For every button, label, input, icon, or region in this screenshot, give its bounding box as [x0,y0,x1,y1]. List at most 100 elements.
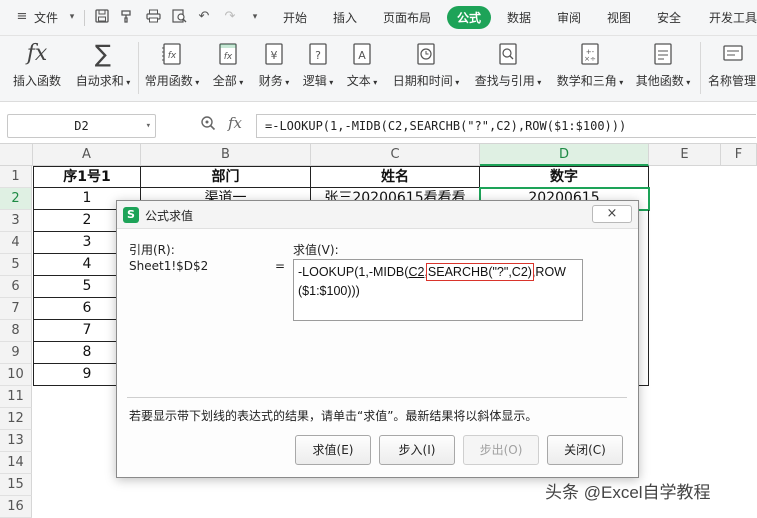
close-icon[interactable]: × [592,205,632,223]
row-header[interactable]: 5 [0,254,32,276]
divider [84,10,85,26]
wps-logo-icon: S [123,207,139,223]
row-header[interactable]: 4 [0,232,32,254]
step-out-button[interactable]: 步出(O) [463,435,539,465]
insert-function-button[interactable]: fx 插入函数 [10,40,64,89]
divider [138,42,139,94]
zoom-search-icon[interactable] [200,115,216,135]
tab-data[interactable]: 数据 [507,9,531,26]
math-trig-button[interactable]: +- ×÷ 数学和三角 ▾ [552,40,628,89]
svg-text:×÷: ×÷ [584,55,596,63]
row-header[interactable]: 14 [0,452,32,474]
row-header[interactable]: 16 [0,496,32,518]
close-button[interactable]: 关闭(C) [547,435,623,465]
evaluation-box[interactable]: -LOOKUP(1,-MIDB(C2,SEARCHB("?",C2),ROW($… [293,259,583,321]
row-header[interactable]: 8 [0,320,32,342]
format-painter-icon[interactable] [119,9,135,25]
sigma-icon: ∑ [94,40,112,68]
file-menu[interactable]: 文件 [34,9,58,26]
equals-sign: = [275,259,286,273]
star-fx-icon: fx [158,40,186,68]
evaluate-formula-dialog: S 公式求值 × 引用(R): Sheet1!$D$2 = 求值(V): -LO… [116,200,639,478]
print-preview-icon[interactable] [171,9,187,25]
select-all-corner[interactable] [0,144,33,166]
svg-text:A: A [358,49,366,62]
date-time-functions-button[interactable]: 日期和时间 ▾ [388,40,464,89]
logical-functions-button[interactable]: ? 逻辑 ▾ [298,40,338,89]
redo-icon[interactable]: ↷ [222,9,238,25]
more-book-icon [649,40,677,68]
reference-label: 引用(R): [129,243,175,257]
clock-book-icon [412,40,440,68]
question-book-icon: ? [304,40,332,68]
table-header-cell[interactable]: 姓名 [311,166,480,188]
underlined-expression: C2 [408,265,425,279]
formula-input[interactable]: =-LOOKUP(1,-MIDB(C2,SEARCHB("?",C2),ROW(… [256,114,756,138]
tab-view[interactable]: 视图 [607,9,631,26]
tab-developer[interactable]: 开发工具 [709,9,757,26]
quick-access-dropdown-icon[interactable]: ▾ [247,9,263,25]
watermark: 头条 @Excel自学教程 [545,483,711,502]
column-header-e[interactable]: E [649,144,721,166]
highlighted-expression: SEARCHB("?",C2) [425,263,534,281]
search-book-icon [494,40,522,68]
divider [127,397,627,398]
math-book-icon: +- ×÷ [576,40,604,68]
column-header-c[interactable]: C [311,144,480,166]
name-manager-icon [719,40,747,68]
tab-formulas[interactable]: 公式 [447,6,492,29]
text-functions-button[interactable]: A 文本 ▾ [342,40,382,89]
row-header[interactable]: 11 [0,386,32,408]
file-dropdown-icon[interactable]: ▾ [64,9,80,25]
name-manager-button[interactable]: 名称管理 [708,40,757,89]
column-header-a[interactable]: A [33,144,141,166]
table-header-cell[interactable]: 数字 [480,166,649,188]
column-header-d[interactable]: D [480,144,649,166]
all-functions-button[interactable]: fx 全部 ▾ [208,40,248,89]
reference-value: Sheet1!$D$2 [129,259,209,273]
undo-icon[interactable]: ↶ [196,9,212,25]
divider [700,42,701,94]
row-header[interactable]: 13 [0,430,32,452]
autosum-button[interactable]: ∑ 自动求和 ▾ [72,40,134,89]
tab-insert[interactable]: 插入 [333,9,357,26]
ribbon: fx 插入函数 ∑ 自动求和 ▾ fx 常用函数 ▾ fx 全部 ▾ ¥ 财务 … [0,36,757,102]
row-header[interactable]: 12 [0,408,32,430]
column-header-b[interactable]: B [141,144,311,166]
row-header[interactable]: 6 [0,276,32,298]
fx-icon: fx [26,41,48,66]
financial-functions-button[interactable]: ¥ 财务 ▾ [254,40,294,89]
row-header[interactable]: 3 [0,210,32,232]
row-header[interactable]: 7 [0,298,32,320]
evaluate-button[interactable]: 求值(E) [295,435,371,465]
save-icon[interactable] [94,9,110,25]
row-header[interactable]: 2 [0,188,32,210]
more-functions-button[interactable]: 其他函数 ▾ [632,40,694,89]
tab-page-layout[interactable]: 页面布局 [383,9,431,26]
formula-bar: D2 ▾ fx =-LOOKUP(1,-MIDB(C2,SEARCHB("?",… [0,102,757,144]
fx-icon[interactable]: fx [228,114,242,132]
common-functions-button[interactable]: fx 常用函数 ▾ [142,40,202,89]
lookup-reference-button[interactable]: 查找与引用 ▾ [470,40,546,89]
dialog-title-bar[interactable]: S 公式求值 × [117,201,638,229]
table-header-cell[interactable]: 序1号1 [33,166,141,188]
step-in-button[interactable]: 步入(I) [379,435,455,465]
table-header-cell[interactable]: 部门 [141,166,311,188]
hamburger-icon[interactable]: ≡ [14,9,30,25]
a-book-icon: A [348,40,376,68]
dialog-hint: 若要显示带下划线的表达式的结果，请单击“求值”。最新结果将以斜体显示。 [129,409,538,423]
menu-bar: ≡ 文件 ▾ ↶ ↷ ▾ 开始 插入 页面布局 公式 数据 审阅 视图 安全 开… [0,0,757,36]
tab-review[interactable]: 审阅 [557,9,581,26]
chevron-down-icon[interactable]: ▾ [146,115,151,137]
row-header[interactable]: 1 [0,166,32,188]
row-header[interactable]: 9 [0,342,32,364]
yen-book-icon: ¥ [260,40,288,68]
svg-text:fx: fx [224,52,233,62]
row-header[interactable]: 15 [0,474,32,496]
tab-home[interactable]: 开始 [283,9,307,26]
tab-security[interactable]: 安全 [657,9,681,26]
print-icon[interactable] [145,9,161,25]
name-box[interactable]: D2 ▾ [7,114,156,138]
column-header-f[interactable]: F [721,144,757,166]
row-header[interactable]: 10 [0,364,32,386]
